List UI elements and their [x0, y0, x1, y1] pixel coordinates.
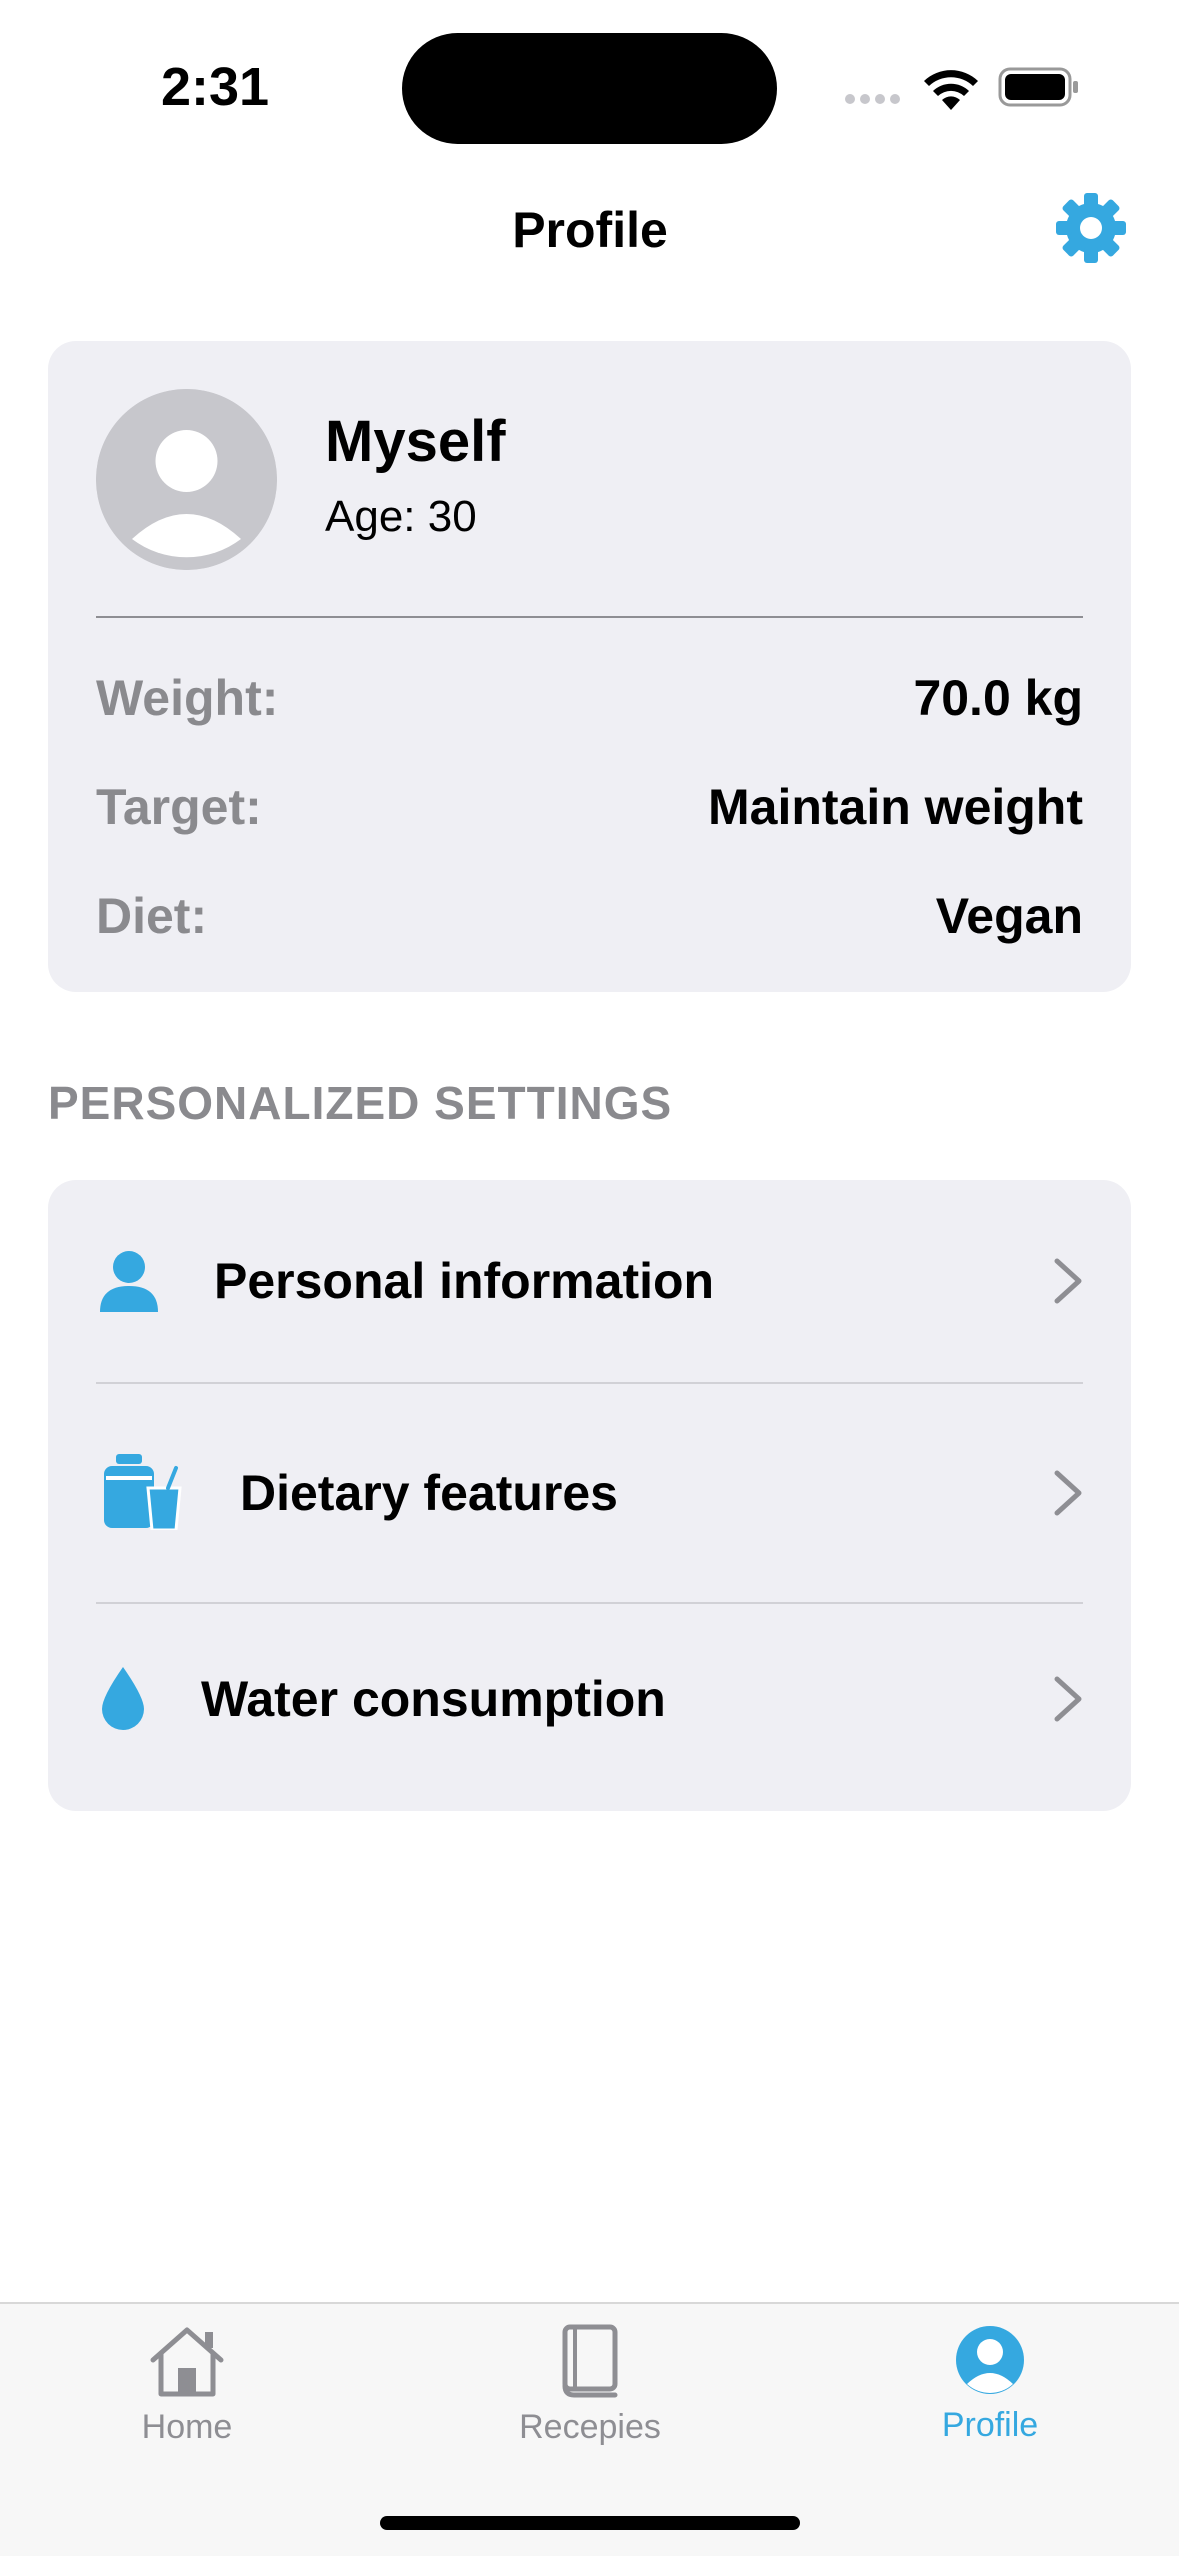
target-row: Target: Maintain weight — [96, 772, 1083, 842]
section-header: PERSONALIZED SETTINGS — [48, 1077, 673, 1129]
settings-item-dietary-features[interactable]: Dietary features — [48, 1384, 1131, 1602]
diet-value: Vegan — [935, 888, 1083, 944]
house-icon — [150, 2327, 224, 2397]
water-drop-icon — [102, 1667, 144, 1730]
settings-list: Personal information Dietary features Wa… — [48, 1180, 1131, 1811]
battery-icon — [998, 67, 1078, 107]
book-icon — [562, 2324, 618, 2398]
profile-screen: 2:31 Profile Myself Age: 30 Weight: 70.0… — [0, 0, 1179, 2556]
tab-home[interactable]: Home — [62, 2324, 312, 2474]
settings-item-label: Dietary features — [240, 1465, 618, 1521]
food-drink-icon — [104, 1454, 182, 1530]
weight-value: 70.0 kg — [913, 670, 1083, 726]
settings-item-water-consumption[interactable]: Water consumption — [48, 1604, 1131, 1811]
person-placeholder-icon — [96, 389, 277, 570]
settings-item-label: Personal information — [214, 1253, 715, 1309]
chevron-right-icon — [1054, 1258, 1082, 1304]
chevron-right-icon — [1054, 1676, 1082, 1722]
tab-label: Profile — [941, 2406, 1039, 2444]
person-icon — [100, 1251, 158, 1312]
page-title: Profile — [512, 202, 668, 258]
settings-item-personal-information[interactable]: Personal information — [48, 1180, 1131, 1382]
wifi-icon — [924, 70, 978, 110]
chevron-right-icon — [1054, 1470, 1082, 1516]
person-circle-icon — [956, 2326, 1024, 2394]
tab-recipes[interactable]: Recepies — [465, 2324, 715, 2474]
tab-label: Recepies — [519, 2408, 661, 2446]
diet-row: Diet: Vegan — [96, 881, 1083, 951]
status-time: 2:31 — [160, 57, 270, 117]
target-label: Target: — [96, 779, 262, 835]
tab-profile[interactable]: Profile — [865, 2324, 1115, 2474]
profile-name: Myself — [325, 409, 506, 474]
home-indicator — [380, 2516, 800, 2530]
avatar — [96, 389, 277, 570]
settings-item-label: Water consumption — [201, 1671, 666, 1727]
tab-label: Home — [141, 2408, 233, 2446]
profile-card: Myself Age: 30 Weight: 70.0 kg Target: M… — [48, 341, 1131, 992]
divider — [96, 616, 1083, 618]
weight-label: Weight: — [96, 670, 279, 726]
weight-row: Weight: 70.0 kg — [96, 663, 1083, 733]
dynamic-island — [402, 33, 777, 144]
target-value: Maintain weight — [708, 779, 1083, 835]
signal-dots-icon — [845, 94, 905, 106]
diet-label: Diet: — [96, 888, 208, 944]
gear-icon[interactable] — [1053, 190, 1129, 266]
profile-age: Age: 30 — [325, 492, 477, 541]
